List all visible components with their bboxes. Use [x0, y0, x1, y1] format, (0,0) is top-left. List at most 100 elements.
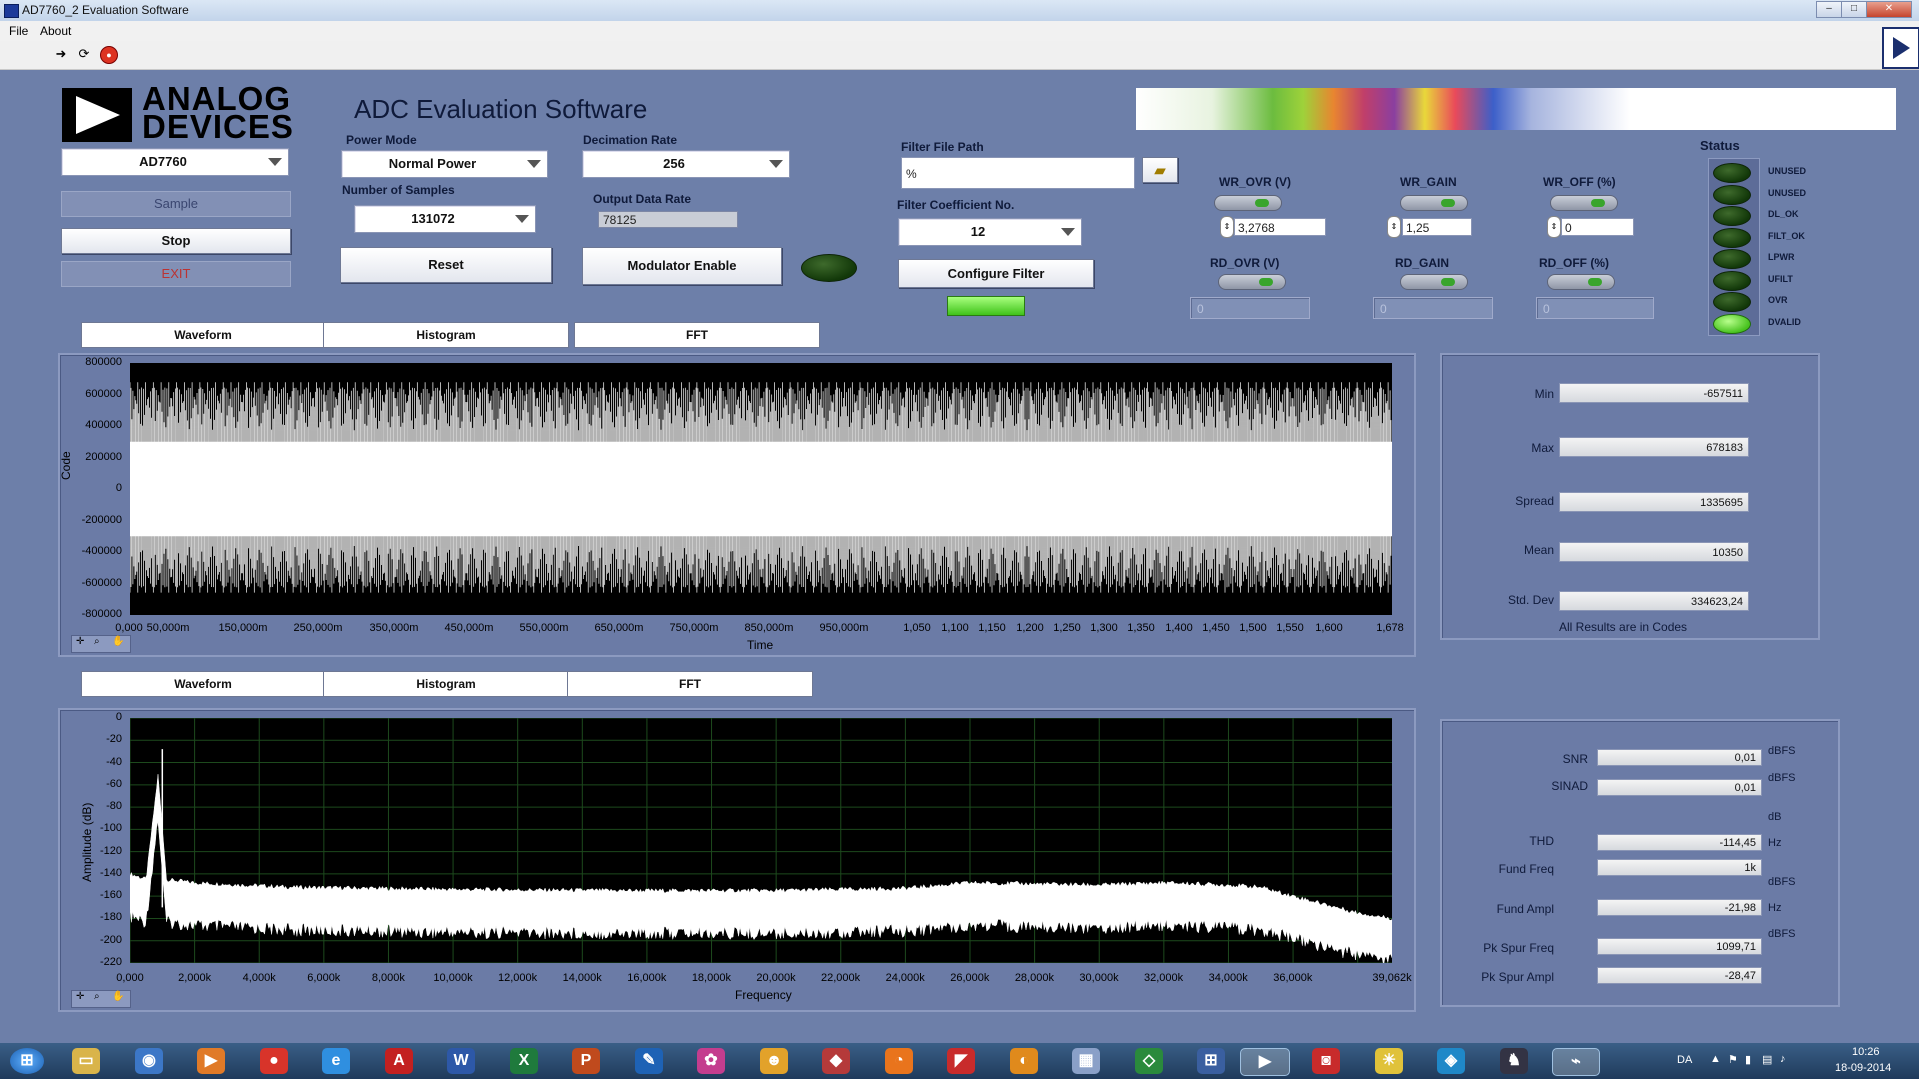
clock-date[interactable]: 18-09-2014: [1835, 1062, 1891, 1074]
folder-icon[interactable]: ▭: [72, 1048, 100, 1074]
eclipse-icon[interactable]: ◐: [1010, 1048, 1038, 1074]
tab-fft-top[interactable]: FFT: [574, 322, 820, 348]
wr-gain-spinner[interactable]: ⇕: [1387, 216, 1401, 238]
diamond-app-icon[interactable]: ◈: [1437, 1048, 1465, 1074]
tab-fft-bottom[interactable]: FFT: [567, 671, 813, 697]
start-button-icon[interactable]: ⊞: [10, 1048, 44, 1074]
y-tick-label: -400000: [81, 545, 122, 557]
window-title: AD7760_2 Evaluation Software: [22, 3, 189, 17]
fund-freq-value: 1k: [1597, 859, 1762, 876]
gimp-icon[interactable]: ☻: [760, 1048, 788, 1074]
status-led-label: UFILT: [1768, 273, 1793, 284]
fox-app-icon[interactable]: ♞: [1500, 1048, 1528, 1074]
pan-hand-icon[interactable]: ✋: [112, 636, 124, 647]
waveform-plot[interactable]: [130, 363, 1392, 615]
wr-off-input[interactable]: 0: [1561, 218, 1634, 236]
configure-filter-button[interactable]: Configure Filter: [898, 259, 1094, 288]
x-tick-label: 8,000k: [371, 972, 405, 984]
tab-waveform-top[interactable]: Waveform: [81, 322, 325, 348]
device-select[interactable]: AD7760: [61, 148, 289, 176]
tab-histogram-top[interactable]: Histogram: [323, 322, 569, 348]
reset-button[interactable]: Reset: [340, 247, 552, 283]
word-icon[interactable]: W: [447, 1048, 475, 1074]
wr-off-spinner[interactable]: ⇕: [1547, 216, 1561, 238]
status-led-label: UNUSED: [1768, 187, 1807, 198]
network-tray-icon[interactable]: ▤: [1762, 1053, 1772, 1066]
menu-about[interactable]: About: [40, 24, 71, 38]
decimation-label: Decimation Rate: [583, 133, 678, 147]
x-tick-label: 2,000k: [178, 972, 212, 984]
y-tick-label: 0: [115, 711, 122, 723]
output-rate-field: 78125: [598, 211, 738, 228]
power-mode-select[interactable]: Normal Power: [341, 150, 548, 178]
messenger-icon[interactable]: ◉: [135, 1048, 163, 1074]
spread-value: 1335695: [1559, 492, 1749, 512]
fft-zoom-tools[interactable]: ✛ ⌕ ✋: [71, 990, 131, 1008]
powerpoint-icon[interactable]: P: [572, 1048, 600, 1074]
blender-icon[interactable]: ◔: [885, 1048, 913, 1074]
x-tick-label: 0,000: [116, 972, 144, 984]
pan-hand-icon[interactable]: ✋: [112, 991, 124, 1002]
acrobat-icon[interactable]: A: [385, 1048, 413, 1074]
camera-icon[interactable]: ◙: [1312, 1048, 1340, 1074]
modulator-enable-button[interactable]: Modulator Enable: [582, 247, 782, 285]
decimation-select[interactable]: 256: [582, 150, 790, 178]
tab-histogram-bottom[interactable]: Histogram: [323, 671, 569, 697]
crosshair-icon[interactable]: ✛: [76, 636, 84, 647]
status-led-label: UNUSED: [1768, 166, 1807, 176]
x-tick-label: 24,000k: [885, 972, 925, 984]
sample-button[interactable]: Sample: [61, 191, 291, 217]
wr-ovr-slider[interactable]: [1214, 195, 1282, 211]
wr-gain-slider[interactable]: [1400, 195, 1468, 211]
language-indicator[interactable]: DA: [1677, 1054, 1692, 1066]
chrome-icon[interactable]: ●: [260, 1048, 288, 1074]
network-icon[interactable]: ⊞: [1197, 1048, 1225, 1074]
paint-icon[interactable]: ✿: [697, 1048, 725, 1074]
fft-plot[interactable]: [130, 718, 1392, 963]
minimize-button[interactable]: –: [1816, 1, 1842, 18]
internet-explorer-icon[interactable]: e: [322, 1048, 350, 1074]
lightbulb-icon[interactable]: ☀: [1375, 1048, 1403, 1074]
y-tick-label: -160: [99, 889, 122, 902]
continuous-run-icon[interactable]: ⟳: [76, 46, 92, 62]
crosshair-icon[interactable]: ✛: [76, 991, 84, 1002]
status-led: [1713, 270, 1751, 291]
stop-button[interactable]: Stop: [61, 228, 291, 254]
y-tick-label: -40: [106, 755, 122, 768]
wr-off-slider[interactable]: [1550, 195, 1618, 211]
excel-icon[interactable]: X: [510, 1048, 538, 1074]
battery-icon[interactable]: ▮: [1745, 1053, 1751, 1066]
calculator-icon[interactable]: ▦: [1072, 1048, 1100, 1074]
menu-file[interactable]: File: [9, 24, 28, 38]
shape-tool-icon[interactable]: ◆: [822, 1048, 850, 1074]
pen-tool-icon[interactable]: ✎: [635, 1048, 663, 1074]
wr-gain-input[interactable]: 1,25: [1402, 218, 1472, 236]
evaluation-software-taskbar-icon[interactable]: ▶: [1240, 1048, 1290, 1076]
tab-waveform-bottom[interactable]: Waveform: [81, 671, 325, 697]
altium-icon[interactable]: ◤: [947, 1048, 975, 1074]
filter-coef-select[interactable]: 12: [898, 218, 1082, 246]
circuit-icon[interactable]: ◇: [1135, 1048, 1163, 1074]
wr-ovr-input[interactable]: 3,2768: [1234, 218, 1326, 236]
close-button[interactable]: ✕: [1866, 1, 1912, 18]
exit-button[interactable]: EXIT: [61, 261, 291, 287]
num-samples-select[interactable]: 131072: [354, 205, 536, 233]
labview-taskbar-icon[interactable]: ⌁: [1552, 1048, 1600, 1076]
zoom-icon[interactable]: ⌕: [94, 991, 100, 1002]
tray-arrow-icon[interactable]: ▲: [1710, 1053, 1721, 1065]
arrow-right-icon[interactable]: ➜: [53, 46, 69, 62]
media-player-icon[interactable]: ▶: [197, 1048, 225, 1074]
y-tick-label: -600000: [81, 576, 122, 589]
volume-icon[interactable]: ♪: [1780, 1053, 1786, 1065]
zoom-icon[interactable]: ⌕: [94, 636, 100, 647]
abort-icon[interactable]: ●: [100, 46, 118, 64]
waveform-zoom-tools[interactable]: ✛ ⌕ ✋: [71, 635, 131, 653]
maximize-button[interactable]: □: [1841, 1, 1867, 18]
clock-time[interactable]: 10:26: [1852, 1046, 1880, 1058]
wr-ovr-spinner[interactable]: ⇕: [1220, 216, 1234, 238]
flag-icon[interactable]: ⚑: [1728, 1053, 1738, 1066]
folder-open-icon[interactable]: ▰: [1142, 157, 1178, 183]
filter-path-input[interactable]: %: [901, 157, 1135, 189]
x-tick-label: 26,000k: [950, 972, 990, 984]
run-indicator-button[interactable]: [1882, 27, 1919, 69]
